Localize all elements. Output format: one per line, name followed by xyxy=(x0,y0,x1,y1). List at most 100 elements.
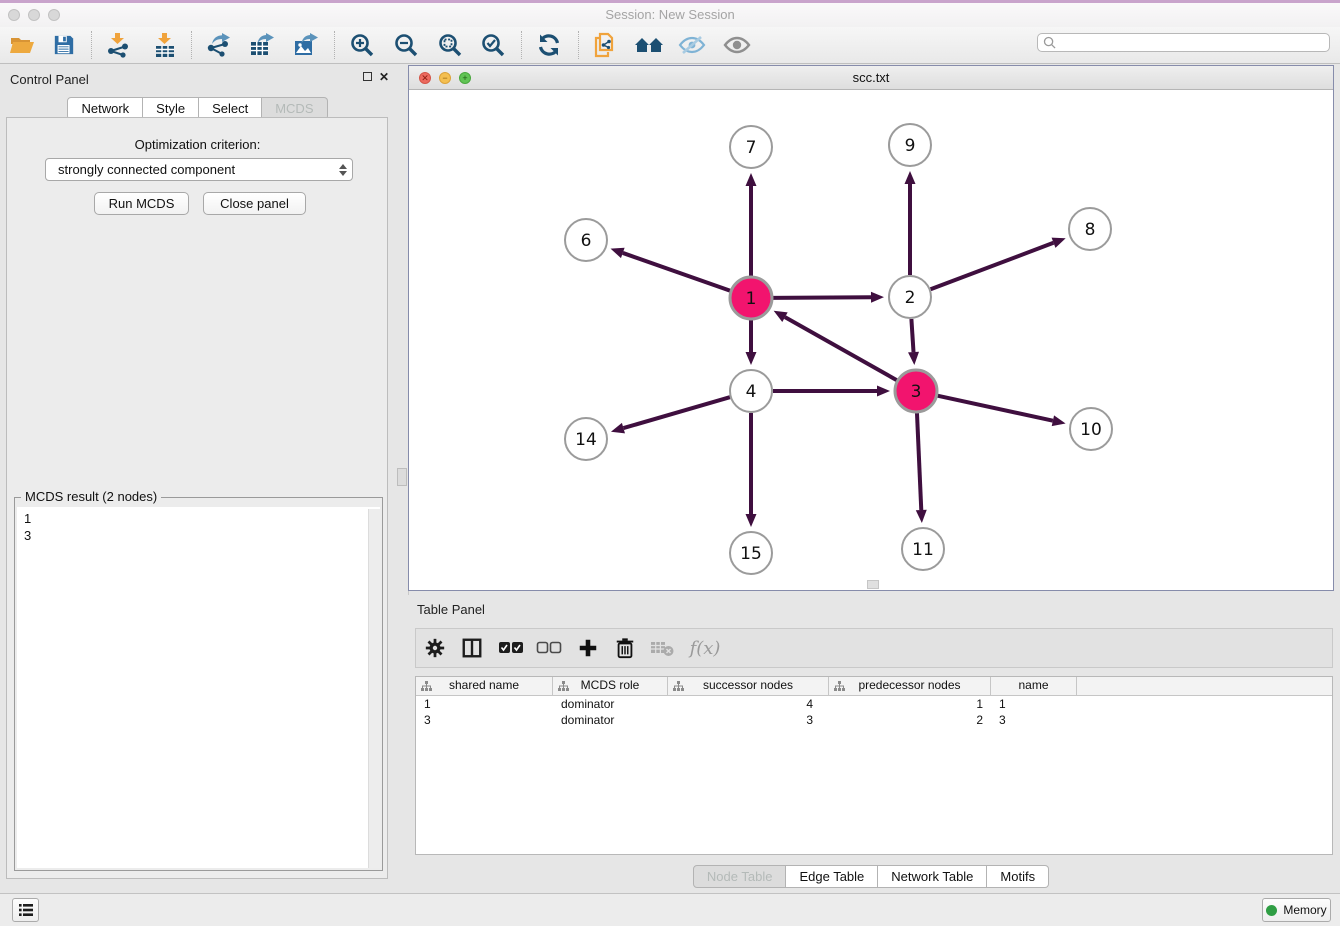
search-field[interactable] xyxy=(1037,33,1330,52)
deselect-all-button[interactable] xyxy=(534,633,564,663)
panel-splitter[interactable] xyxy=(395,65,409,881)
cell-name[interactable]: 1 xyxy=(991,696,1077,712)
gear-icon xyxy=(424,637,446,659)
criterion-select[interactable]: strongly connected component xyxy=(45,158,353,181)
function-builder-button[interactable]: f(x) xyxy=(685,633,725,663)
close-panel-icon[interactable]: ✕ xyxy=(378,71,390,83)
delete-table-button[interactable] xyxy=(647,633,677,663)
float-panel-icon[interactable] xyxy=(363,72,372,81)
import-network-button[interactable] xyxy=(102,29,134,61)
cell-MCDS-role[interactable]: dominator xyxy=(553,712,668,728)
export-network-button[interactable] xyxy=(202,29,234,61)
tab-edge-table[interactable]: Edge Table xyxy=(786,865,878,888)
import-table-icon xyxy=(153,32,177,58)
table-settings-button[interactable] xyxy=(420,633,450,663)
column-header-predecessor-nodes[interactable]: predecessor nodes xyxy=(829,677,991,695)
edge-2-8[interactable] xyxy=(931,243,1054,289)
add-row-button[interactable] xyxy=(573,633,603,663)
cell-predecessor-nodes[interactable]: 2 xyxy=(829,712,991,728)
close-panel-button[interactable]: Close panel xyxy=(203,192,306,215)
node-table[interactable]: shared nameMCDS role successor nodes prede… xyxy=(415,676,1333,855)
table-row[interactable]: 1dominator411 xyxy=(416,696,1332,712)
task-history-button[interactable] xyxy=(12,898,39,922)
table-tabs: Node TableEdge TableNetwork TableMotifs xyxy=(408,865,1334,888)
open-session-button[interactable] xyxy=(6,29,38,61)
toolbar-separator xyxy=(521,31,522,59)
delete-row-button[interactable] xyxy=(610,633,640,663)
network-window-titlebar[interactable]: ✕ − + scc.txt xyxy=(409,66,1333,90)
network-window: ✕ − + scc.txt 1234678910111415 xyxy=(408,65,1334,591)
zoom-out-icon xyxy=(393,32,419,58)
tab-network-table[interactable]: Network Table xyxy=(878,865,987,888)
export-image-button[interactable] xyxy=(290,29,322,61)
show-column-button[interactable] xyxy=(457,633,487,663)
result-scrollbar[interactable] xyxy=(368,509,380,868)
open-folder-icon xyxy=(9,33,35,57)
edge-3-10[interactable] xyxy=(937,396,1052,421)
edge-2-3[interactable] xyxy=(911,319,913,352)
memory-button[interactable]: Memory xyxy=(1262,898,1331,922)
mcds-result-title: MCDS result (2 nodes) xyxy=(21,489,161,504)
export-table-button[interactable] xyxy=(246,29,278,61)
canvas-grip[interactable] xyxy=(867,580,879,589)
tab-node-table[interactable]: Node Table xyxy=(693,865,787,888)
network-canvas[interactable]: 1234678910111415 xyxy=(409,90,1333,590)
zoom-in-button[interactable] xyxy=(346,29,378,61)
node-label-8: 8 xyxy=(1085,220,1096,240)
zoom-out-button[interactable] xyxy=(390,29,422,61)
save-session-button[interactable] xyxy=(48,29,80,61)
column-label: successor nodes xyxy=(703,678,793,692)
edge-arrowhead xyxy=(611,423,625,434)
edge-3-1[interactable] xyxy=(785,317,897,380)
list-icon xyxy=(18,903,34,917)
apply-layout-button[interactable] xyxy=(533,29,565,61)
run-mcds-button[interactable]: Run MCDS xyxy=(94,192,189,215)
node-label-3: 3 xyxy=(911,382,922,402)
toolbar-separator xyxy=(578,31,579,59)
home-houses-icon xyxy=(634,33,664,57)
cell-predecessor-nodes[interactable]: 1 xyxy=(829,696,991,712)
cell-successor-nodes[interactable]: 4 xyxy=(668,696,829,712)
column-header-MCDS-role[interactable]: MCDS role xyxy=(553,677,668,695)
table-row[interactable]: 3dominator323 xyxy=(416,712,1332,728)
hide-selected-button[interactable] xyxy=(676,29,708,61)
cell-shared-name[interactable]: 3 xyxy=(416,712,553,728)
cell-shared-name[interactable]: 1 xyxy=(416,696,553,712)
control-panel-title: Control Panel xyxy=(10,72,89,87)
edge-3-11[interactable] xyxy=(917,413,921,510)
edge-arrowhead xyxy=(908,352,919,365)
network-graph[interactable]: 1234678910111415 xyxy=(409,90,1333,590)
splitter-grip[interactable] xyxy=(397,468,407,486)
column-header-successor-nodes[interactable]: successor nodes xyxy=(668,677,829,695)
eye-icon xyxy=(723,33,751,57)
hierarchy-icon xyxy=(834,680,845,697)
split-columns-icon xyxy=(461,637,483,659)
edge-1-2[interactable] xyxy=(773,297,871,298)
search-input[interactable] xyxy=(1056,35,1329,51)
cell-successor-nodes[interactable]: 3 xyxy=(668,712,829,728)
titlebar-accent-strip xyxy=(0,0,1340,3)
tab-motifs[interactable]: Motifs xyxy=(987,865,1049,888)
cell-MCDS-role[interactable]: dominator xyxy=(553,696,668,712)
edge-4-14[interactable] xyxy=(623,397,729,428)
zoom-fit-button[interactable] xyxy=(434,29,466,61)
column-header-shared-name[interactable]: shared name xyxy=(416,677,553,695)
edge-arrowhead xyxy=(1052,415,1066,426)
zoom-in-icon xyxy=(349,32,375,58)
edge-1-6[interactable] xyxy=(623,253,730,291)
import-table-button[interactable] xyxy=(149,29,181,61)
column-header-name[interactable]: name xyxy=(991,677,1077,695)
home-button[interactable] xyxy=(633,29,665,61)
toolbar-separator xyxy=(91,31,92,59)
control-panel: Control Panel ✕ NetworkStyleSelectMCDS O… xyxy=(0,65,395,881)
show-all-button[interactable] xyxy=(721,29,753,61)
select-all-button[interactable] xyxy=(496,633,526,663)
duplicate-network-button[interactable] xyxy=(589,29,621,61)
zoom-selected-button[interactable] xyxy=(477,29,509,61)
edge-arrowhead xyxy=(611,248,625,258)
mcds-result-area[interactable]: 1 3 xyxy=(17,507,380,868)
hierarchy-icon xyxy=(673,680,684,697)
cell-name[interactable]: 3 xyxy=(991,712,1077,728)
memory-status-icon xyxy=(1266,905,1277,916)
eye-slash-icon xyxy=(678,33,706,57)
